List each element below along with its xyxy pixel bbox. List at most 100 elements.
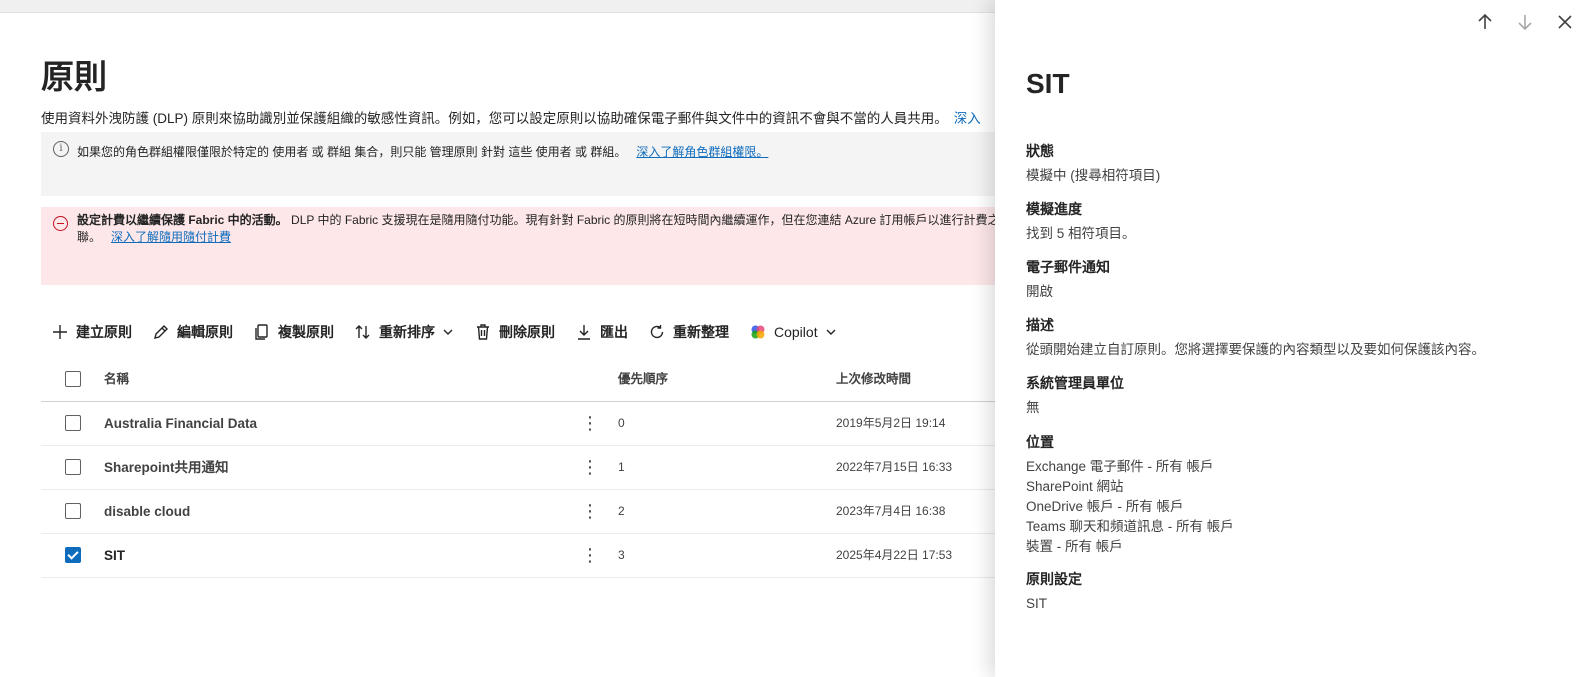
policy-name[interactable]: disable cloud — [104, 490, 190, 533]
reorder-label: 重新排序 — [379, 324, 435, 340]
policy-modified: 2022年7月15日 16:33 — [836, 460, 953, 474]
locations-list: Exchange 電子郵件 - 所有 帳戶 SharePoint 網站 OneD… — [1026, 457, 1234, 557]
locations-label: 位置 — [1026, 434, 1054, 450]
info-icon: i — [53, 141, 69, 157]
error-banner-text: DLP 中的 Fabric 支援現在是隨用隨付功能。現有針對 Fabric 的原… — [291, 213, 1000, 227]
policy-name[interactable]: Sharepoint共用通知 — [104, 446, 229, 489]
previous-item-button[interactable] — [1473, 10, 1497, 34]
location-item: Exchange 電子郵件 - 所有 帳戶 — [1026, 459, 1214, 474]
copilot-button[interactable]: Copilot — [739, 315, 847, 349]
table-row[interactable]: SIT ⋮ 3 2025年4月22日 17:53 — [41, 534, 1000, 578]
table-row[interactable]: disable cloud ⋮ 2 2023年7月4日 16:38 — [41, 490, 1000, 534]
error-banner-line2: 聯。 深入了解隨用隨付計費 — [77, 228, 231, 245]
sim-progress-label: 模擬進度 — [1026, 201, 1082, 217]
edit-policy-button[interactable]: 編輯原則 — [142, 315, 243, 349]
policy-priority: 1 — [618, 460, 625, 474]
info-banner-text-wrap: 如果您的角色群組權限僅限於特定的 使用者 或 群組 集合，則只能 管理原則 針對… — [77, 143, 768, 160]
trash-icon — [477, 324, 489, 340]
error-icon — [53, 216, 68, 231]
reorder-button[interactable]: 重新排序 — [344, 315, 464, 349]
export-button[interactable]: 匯出 — [565, 315, 638, 349]
delete-policy-button[interactable]: 刪除原則 — [464, 315, 565, 349]
sim-progress-value: 找到 5 相符項目。 — [1026, 226, 1136, 241]
column-header-priority[interactable]: 優先順序 — [618, 358, 668, 401]
page-intro: 使用資料外洩防護 (DLP) 原則來協助識別並保護組織的敏感性資訊。例如，您可以… — [41, 107, 981, 127]
error-banner-line2-text: 聯。 — [77, 230, 102, 244]
role-group-permissions-link[interactable]: 深入了解角色群組權限。 — [636, 145, 768, 159]
table-row[interactable]: Australia Financial Data ⋮ 0 2019年5月2日 1… — [41, 402, 1000, 446]
error-banner-line1: 設定計費以繼續保護 Fabric 中的活動。 DLP 中的 Fabric 支援現… — [77, 211, 1000, 228]
email-notify-section: 電子郵件通知 開啟 — [1026, 258, 1110, 302]
email-notify-label: 電子郵件通知 — [1026, 259, 1110, 275]
close-panel-button[interactable] — [1553, 10, 1577, 34]
row-checkbox[interactable] — [65, 459, 81, 475]
status-label: 狀態 — [1026, 143, 1054, 159]
policy-name[interactable]: Australia Financial Data — [104, 402, 257, 445]
page-intro-text: 使用資料外洩防護 (DLP) 原則來協助識別並保護組織的敏感性資訊。例如，您可以… — [41, 111, 948, 126]
sort-icon — [355, 325, 370, 339]
policy-modified: 2025年4月22日 17:53 — [836, 548, 953, 562]
location-item: OneDrive 帳戶 - 所有 帳戶 — [1026, 499, 1184, 514]
next-item-button[interactable] — [1513, 10, 1537, 34]
location-item: SharePoint 網站 — [1026, 479, 1124, 494]
error-banner-title: 設定計費以繼續保護 Fabric 中的活動。 — [77, 213, 288, 227]
arrow-up-icon — [1478, 13, 1492, 29]
description-label: 描述 — [1026, 317, 1054, 333]
policy-modified: 2019年5月2日 19:14 — [836, 416, 946, 430]
delete-policy-label: 刪除原則 — [499, 324, 555, 340]
pay-as-you-go-link[interactable]: 深入了解隨用隨付計費 — [111, 230, 231, 244]
status-value: 模擬中 (搜尋相符項目) — [1026, 168, 1161, 183]
row-checkbox[interactable] — [65, 547, 81, 563]
plus-icon — [53, 325, 67, 339]
create-policy-label: 建立原則 — [76, 324, 132, 340]
description-value: 從頭開始建立自訂原則。您將選擇要保護的內容類型以及要如何保護該內容。 — [1026, 342, 1485, 357]
column-header-modified[interactable]: 上次修改時間 — [836, 358, 911, 401]
chevron-down-icon — [826, 329, 836, 335]
locations-section: 位置 Exchange 電子郵件 - 所有 帳戶 SharePoint 網站 O… — [1026, 433, 1234, 557]
copy-policy-button[interactable]: 複製原則 — [243, 315, 344, 349]
policy-priority: 3 — [618, 548, 625, 562]
admin-units-value: 無 — [1026, 400, 1040, 415]
more-options-icon[interactable]: ⋮ — [581, 490, 599, 533]
policy-priority: 0 — [618, 416, 625, 430]
row-checkbox[interactable] — [65, 503, 81, 519]
copy-policy-label: 複製原則 — [278, 324, 334, 340]
row-checkbox[interactable] — [65, 415, 81, 431]
copilot-icon — [751, 325, 765, 339]
policies-table: 名稱 優先順序 上次修改時間 Australia Financial Data … — [41, 358, 1000, 578]
learn-more-link[interactable]: 深入 — [954, 111, 981, 126]
policy-modified: 2023年7月4日 16:38 — [836, 504, 946, 518]
location-item: 裝置 - 所有 帳戶 — [1026, 539, 1123, 554]
refresh-button[interactable]: 重新整理 — [638, 315, 739, 349]
main-content: 原則 使用資料外洩防護 (DLP) 原則來協助識別並保護組織的敏感性資訊。例如，… — [0, 12, 1000, 677]
panel-navigation — [1473, 10, 1577, 34]
info-banner: i 如果您的角色群組權限僅限於特定的 使用者 或 群組 集合，則只能 管理原則 … — [41, 132, 1000, 196]
page-title: 原則 — [41, 58, 107, 95]
panel-title: SIT — [1026, 68, 1070, 99]
copy-icon — [255, 324, 268, 340]
more-options-icon[interactable]: ⋮ — [581, 402, 599, 445]
copilot-label: Copilot — [774, 324, 818, 340]
admin-units-section: 系統管理員單位 無 — [1026, 374, 1124, 418]
status-section: 狀態 模擬中 (搜尋相符項目) — [1026, 142, 1160, 186]
location-item: Teams 聊天和頻道訊息 - 所有 帳戶 — [1026, 519, 1234, 534]
email-notify-value: 開啟 — [1026, 284, 1053, 299]
policy-settings-section: 原則設定 SIT — [1026, 570, 1082, 614]
policy-priority: 2 — [618, 504, 625, 518]
chevron-down-icon — [443, 329, 453, 335]
admin-units-label: 系統管理員單位 — [1026, 375, 1124, 391]
info-banner-text: 如果您的角色群組權限僅限於特定的 使用者 或 群組 集合，則只能 管理原則 針對… — [77, 145, 627, 159]
column-header-name[interactable]: 名稱 — [104, 358, 129, 401]
policy-settings-value: SIT — [1026, 596, 1048, 611]
policy-name[interactable]: SIT — [104, 534, 125, 577]
select-all-checkbox[interactable] — [65, 371, 81, 387]
refresh-label: 重新整理 — [673, 324, 729, 340]
policy-details-panel: SIT 狀態 模擬中 (搜尋相符項目) 模擬進度 找到 5 相符項目。 電子郵件… — [995, 0, 1587, 677]
close-icon — [1558, 15, 1572, 29]
create-policy-button[interactable]: 建立原則 — [41, 315, 142, 349]
arrow-down-icon — [1518, 15, 1532, 31]
more-options-icon[interactable]: ⋮ — [581, 534, 599, 577]
more-options-icon[interactable]: ⋮ — [581, 446, 599, 489]
policy-settings-label: 原則設定 — [1026, 571, 1082, 587]
table-row[interactable]: Sharepoint共用通知 ⋮ 1 2022年7月15日 16:33 — [41, 446, 1000, 490]
